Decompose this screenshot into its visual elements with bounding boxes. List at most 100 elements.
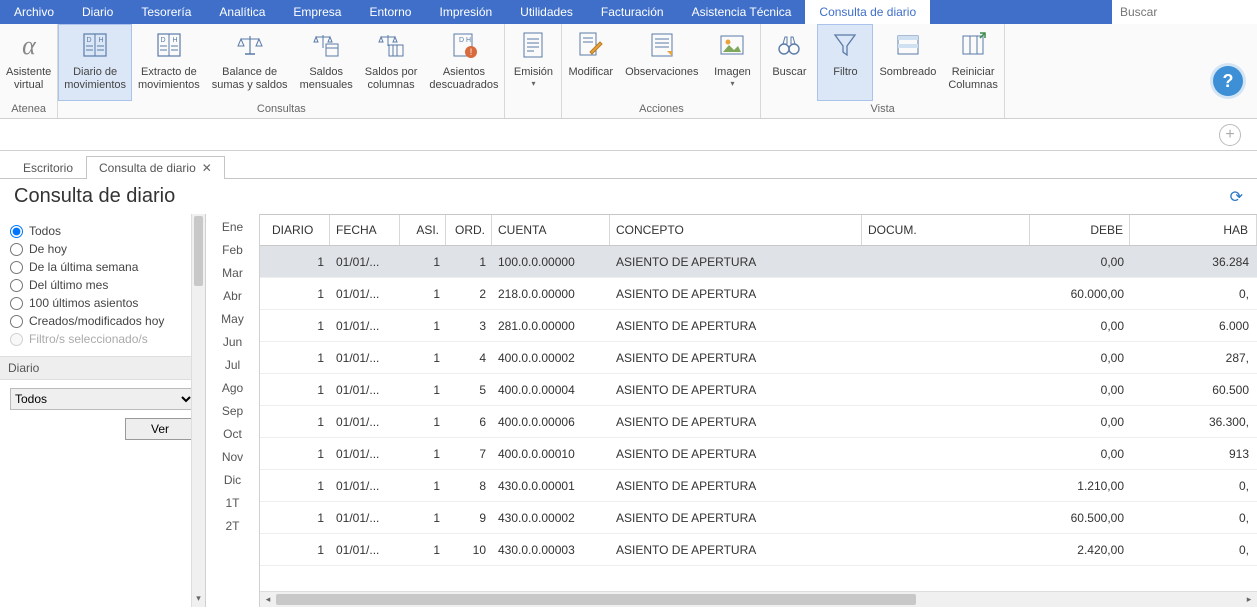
global-search-input[interactable] bbox=[1118, 4, 1251, 20]
scales-cal-icon bbox=[307, 28, 345, 62]
month-sep[interactable]: Sep bbox=[222, 404, 243, 418]
ribbon-sombreado[interactable]: Sombreado bbox=[873, 24, 942, 101]
table-row[interactable]: 101/01/...16400.0.0.00006ASIENTO DE APER… bbox=[260, 406, 1257, 438]
menu-archivo[interactable]: Archivo bbox=[0, 0, 68, 24]
table-row[interactable]: 101/01/...13281.0.0.00000ASIENTO DE APER… bbox=[260, 310, 1257, 342]
filter-radio-ultimo-mes[interactable]: Del último mes bbox=[10, 276, 195, 294]
ribbon-imagen[interactable]: Imagen▾ bbox=[704, 24, 760, 101]
col-header-ord[interactable]: ORD. bbox=[446, 215, 492, 245]
ribbon-modificar[interactable]: Modificar bbox=[562, 24, 619, 101]
table-row[interactable]: 101/01/...15400.0.0.00004ASIENTO DE APER… bbox=[260, 374, 1257, 406]
help-icon[interactable]: ? bbox=[1213, 66, 1243, 96]
refresh-icon[interactable]: ⟳ bbox=[1230, 187, 1243, 207]
col-header-debe[interactable]: DEBE bbox=[1030, 215, 1130, 245]
page-title: Consulta de diario bbox=[14, 185, 175, 208]
month-abr[interactable]: Abr bbox=[223, 289, 242, 303]
grid-hscrollbar[interactable]: ◂ ▸ bbox=[260, 591, 1257, 607]
ribbon-saldos-por-columnas[interactable]: Saldos porcolumnas bbox=[359, 24, 424, 101]
columns-icon bbox=[954, 28, 992, 62]
month-2t[interactable]: 2T bbox=[225, 519, 239, 533]
ver-button[interactable]: Ver bbox=[125, 418, 195, 440]
filter-radio-cien-ultimos[interactable]: 100 últimos asientos bbox=[10, 294, 195, 312]
filter-radio-todos[interactable]: Todos bbox=[10, 222, 195, 240]
menu-empresa[interactable]: Empresa bbox=[279, 0, 355, 24]
col-header-hab[interactable]: HAB bbox=[1130, 215, 1257, 245]
ribbon-diario-movimientos[interactable]: DHDiario demovimientos bbox=[58, 24, 132, 101]
filter-radio-filtros-sel: Filtro/s seleccionado/s bbox=[10, 330, 195, 348]
month-mar[interactable]: Mar bbox=[222, 266, 243, 280]
ribbon-observaciones[interactable]: Observaciones bbox=[619, 24, 704, 101]
grid-body: 101/01/...11100.0.0.00000ASIENTO DE APER… bbox=[260, 246, 1257, 591]
month-dic[interactable]: Dic bbox=[224, 473, 241, 487]
ribbon-saldos-mensuales[interactable]: Saldosmensuales bbox=[294, 24, 359, 101]
filter-radios: TodosDe hoyDe la última semanaDel último… bbox=[0, 214, 205, 348]
scales-icon bbox=[231, 28, 269, 62]
ribbon-reiniciar-columnas[interactable]: ReiniciarColumnas bbox=[942, 24, 1004, 101]
ribbon-emision[interactable]: Emisión▾ bbox=[505, 24, 561, 113]
col-header-fecha[interactable]: FECHA bbox=[330, 215, 400, 245]
ribbon-asientos-descuadrados[interactable]: DH!Asientosdescuadrados bbox=[423, 24, 504, 101]
month-ene[interactable]: Ene bbox=[222, 220, 243, 234]
month-jul[interactable]: Jul bbox=[225, 358, 240, 372]
alpha-icon: α bbox=[10, 28, 48, 62]
filters-scrollbar[interactable]: ▾ bbox=[191, 214, 205, 607]
month-oct[interactable]: Oct bbox=[223, 427, 242, 441]
grid-header: DIARIOFECHAASI.ORD.CUENTACONCEPTODOCUM.D… bbox=[260, 214, 1257, 246]
tab-consulta-diario[interactable]: Consulta de diario✕ bbox=[86, 156, 225, 179]
table-row[interactable]: 101/01/...12218.0.0.00000ASIENTO DE APER… bbox=[260, 278, 1257, 310]
add-button[interactable]: + bbox=[1219, 124, 1241, 146]
menu-utilidades[interactable]: Utilidades bbox=[506, 0, 587, 24]
menu-anal-tica[interactable]: Analítica bbox=[205, 0, 279, 24]
month-jun[interactable]: Jun bbox=[223, 335, 242, 349]
filter-radio-ultima-semana[interactable]: De la última semana bbox=[10, 258, 195, 276]
ribbon-asistente-virtual[interactable]: αAsistentevirtual bbox=[0, 24, 57, 101]
filters-panel: TodosDe hoyDe la última semanaDel último… bbox=[0, 214, 206, 607]
col-header-asi[interactable]: ASI. bbox=[400, 215, 446, 245]
table-row[interactable]: 101/01/...11100.0.0.00000ASIENTO DE APER… bbox=[260, 246, 1257, 278]
table-row[interactable]: 101/01/...17400.0.0.00010ASIENTO DE APER… bbox=[260, 438, 1257, 470]
menu-asistencia-t-cnica[interactable]: Asistencia Técnica bbox=[678, 0, 806, 24]
ribbon-buscar[interactable]: Buscar bbox=[761, 24, 817, 101]
tab-escritorio[interactable]: Escritorio bbox=[10, 156, 86, 179]
global-search[interactable] bbox=[1112, 0, 1257, 24]
close-icon[interactable]: ✕ bbox=[202, 161, 212, 175]
funnel-icon bbox=[826, 28, 864, 62]
month-nov[interactable]: Nov bbox=[222, 450, 243, 464]
col-header-diario[interactable]: DIARIO bbox=[260, 215, 330, 245]
doc-icon bbox=[514, 28, 552, 62]
shade-icon bbox=[889, 28, 927, 62]
table-row[interactable]: 101/01/...19430.0.0.00002ASIENTO DE APER… bbox=[260, 502, 1257, 534]
menu-entorno[interactable]: Entorno bbox=[355, 0, 425, 24]
menu-impresi-n[interactable]: Impresión bbox=[425, 0, 506, 24]
menu-tesorer-a[interactable]: Tesorería bbox=[127, 0, 205, 24]
menu-diario[interactable]: Diario bbox=[68, 0, 127, 24]
ribbon-balance-sumas-saldos[interactable]: Balance desumas y saldos bbox=[206, 24, 294, 101]
menu-consulta-de-diario[interactable]: Consulta de diario bbox=[805, 0, 930, 24]
doc-dh-icon: DH bbox=[76, 28, 114, 62]
svg-text:D: D bbox=[459, 37, 464, 44]
doc-warn-icon: DH! bbox=[445, 28, 483, 62]
filter-radio-de-hoy[interactable]: De hoy bbox=[10, 240, 195, 258]
ribbon-extracto-movimientos[interactable]: DHExtracto demovimientos bbox=[132, 24, 206, 101]
svg-text:H: H bbox=[172, 37, 177, 44]
table-row[interactable]: 101/01/...14400.0.0.00002ASIENTO DE APER… bbox=[260, 342, 1257, 374]
svg-text:H: H bbox=[466, 37, 471, 44]
svg-text:D: D bbox=[160, 37, 165, 44]
table-row[interactable]: 101/01/...110430.0.0.00003ASIENTO DE APE… bbox=[260, 534, 1257, 566]
ribbon: αAsistentevirtualAteneaDHDiario demovimi… bbox=[0, 24, 1257, 119]
month-list: Ene Feb Mar Abr May Jun Jul Ago Sep Oct Nov Dic 1T 2T bbox=[206, 214, 260, 607]
month-may[interactable]: May bbox=[221, 312, 244, 326]
image-icon bbox=[713, 28, 751, 62]
menu-facturaci-n[interactable]: Facturación bbox=[587, 0, 678, 24]
month-1t[interactable]: 1T bbox=[225, 496, 239, 510]
table-row[interactable]: 101/01/...18430.0.0.00001ASIENTO DE APER… bbox=[260, 470, 1257, 502]
month-feb[interactable]: Feb bbox=[222, 243, 243, 257]
filter-radio-creados-hoy[interactable]: Creados/modificados hoy bbox=[10, 312, 195, 330]
col-header-docum[interactable]: DOCUM. bbox=[862, 215, 1030, 245]
ribbon-filtro[interactable]: Filtro bbox=[817, 24, 873, 101]
col-header-concepto[interactable]: CONCEPTO bbox=[610, 215, 862, 245]
diario-combo[interactable]: Todos bbox=[10, 388, 195, 410]
col-header-cuenta[interactable]: CUENTA bbox=[492, 215, 610, 245]
svg-text:α: α bbox=[22, 31, 37, 60]
month-ago[interactable]: Ago bbox=[222, 381, 243, 395]
